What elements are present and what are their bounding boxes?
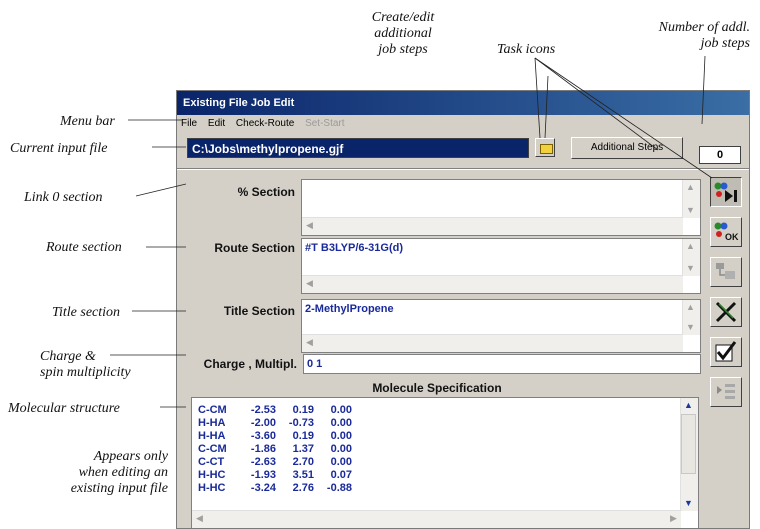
annotation-appears: Appears only when editing an existing in… bbox=[70, 449, 168, 496]
molecule-spec-field[interactable]: C-CM -2.53 0.19 0.00 H-HA -2.00 -0.73 0.00 H-H… bbox=[191, 397, 699, 528]
table-row: C-CM -2.53 0.19 0.00 bbox=[198, 404, 352, 416]
check-button[interactable] bbox=[710, 337, 742, 367]
annotation-charge: Charge & spin multiplicity bbox=[40, 349, 131, 380]
table-row: C-CM -1.86 1.37 0.00 bbox=[198, 443, 352, 455]
annotation-route: Route section bbox=[46, 240, 122, 255]
title-vscroll[interactable]: ▲ ▼ bbox=[682, 300, 700, 335]
table-row: H-HA -2.00 -0.73 0.00 bbox=[198, 417, 352, 429]
table-row: H-HA -3.60 0.19 0.00 bbox=[198, 430, 352, 442]
annotation-number-steps: Number of addl. job steps bbox=[658, 20, 750, 51]
folder-icon bbox=[540, 144, 553, 154]
menu-edit[interactable]: Edit bbox=[204, 115, 229, 133]
steps-button[interactable] bbox=[710, 257, 742, 287]
route-section-label: Route Section bbox=[214, 241, 295, 255]
cancel-icon bbox=[715, 301, 737, 323]
additional-steps-button[interactable]: Additional Steps bbox=[571, 137, 683, 159]
menu-file[interactable]: File bbox=[177, 115, 201, 133]
route-ok-button[interactable]: OK bbox=[710, 217, 742, 247]
svg-text:OK: OK bbox=[725, 232, 739, 242]
job-edit-window: Existing File Job Edit File Edit Check-R… bbox=[176, 90, 750, 529]
route-hscroll[interactable]: ◀ bbox=[302, 275, 683, 293]
window-title-bar: Existing File Job Edit bbox=[177, 91, 749, 115]
charge-label: Charge , Multipl. bbox=[203, 357, 297, 371]
step-count-box: 0 bbox=[699, 146, 741, 164]
run-job-icon bbox=[714, 182, 737, 202]
table-row: H-HC -1.93 3.51 0.07 bbox=[198, 469, 352, 481]
annotation-title: Title section bbox=[52, 305, 121, 320]
route-vscroll[interactable]: ▲ ▼ bbox=[682, 239, 700, 276]
title-section-text: 2-MethylPropene bbox=[305, 303, 394, 315]
charge-multiplicity-field[interactable]: 0 1 bbox=[303, 354, 701, 374]
percent-hscroll[interactable]: ◀ bbox=[302, 217, 683, 235]
separator bbox=[177, 168, 749, 170]
route-section-text: #T B3LYP/6-31G(d) bbox=[305, 242, 404, 254]
molecule-vscroll[interactable]: ▲ ▼ bbox=[680, 398, 698, 511]
molecule-hscroll[interactable]: ◀ ▶ bbox=[192, 510, 681, 528]
run-job-button[interactable] bbox=[710, 177, 742, 207]
table-row: C-CT -2.63 2.70 0.00 bbox=[198, 456, 352, 468]
table-row: H-HC -3.24 2.76 -0.88 bbox=[198, 482, 352, 494]
check-icon bbox=[715, 341, 737, 362]
route-ok-icon: OK bbox=[714, 222, 739, 242]
title-section-field[interactable]: 2-MethylPropene ▲ ▼ ◀ bbox=[301, 299, 701, 353]
list-icon bbox=[717, 384, 735, 399]
browse-folder-button[interactable] bbox=[535, 138, 555, 157]
annotation-menu-bar: Menu bar bbox=[60, 114, 115, 129]
menu-check-route[interactable]: Check-Route bbox=[232, 115, 298, 133]
list-button[interactable] bbox=[710, 377, 742, 407]
title-hscroll[interactable]: ◀ bbox=[302, 334, 683, 352]
annotation-current-input: Current input file bbox=[10, 141, 108, 156]
annotation-molecular: Molecular structure bbox=[8, 401, 120, 416]
steps-icon bbox=[716, 263, 735, 279]
percent-vscroll[interactable]: ▲ ▼ bbox=[682, 180, 700, 218]
annotation-link0: Link 0 section bbox=[24, 190, 103, 205]
route-section-field[interactable]: #T B3LYP/6-31G(d) ▲ ▼ ◀ bbox=[301, 238, 701, 294]
input-file-field[interactable]: C:\Jobs\methylpropene.gjf bbox=[187, 138, 529, 158]
molecule-spec-header: Molecule Specification bbox=[372, 381, 502, 395]
annotation-create-edit: Create/edit additional job steps bbox=[371, 10, 435, 57]
menu-set-start: Set-Start bbox=[305, 118, 345, 129]
cancel-button[interactable] bbox=[710, 297, 742, 327]
annotation-task-icons: Task icons bbox=[497, 42, 556, 57]
title-section-label: Title Section bbox=[223, 304, 295, 318]
percent-section-field[interactable]: ▲ ▼ ◀ bbox=[301, 179, 701, 236]
menu-bar: File Edit Check-Route Set-Start bbox=[177, 115, 749, 133]
percent-section-label: % Section bbox=[237, 185, 295, 199]
